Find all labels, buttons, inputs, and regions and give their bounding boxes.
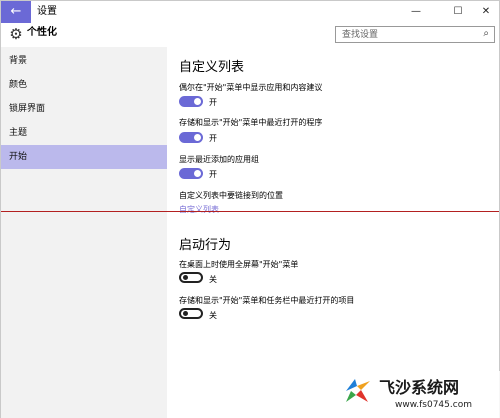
setting-label-recent-items-taskbar: 存储和显示"开始"菜单和任务栏中最近打开的项目 bbox=[179, 296, 355, 305]
sidebar-item-label: 锁屏界面 bbox=[9, 104, 46, 114]
custom-list-heading: 自定义列表 bbox=[179, 60, 245, 75]
sidebar-item-colors[interactable]: 颜色 bbox=[1, 73, 167, 97]
toggle-knob bbox=[194, 98, 201, 105]
gear-icon: ⚙ bbox=[9, 25, 23, 43]
close-button[interactable]: ✕ bbox=[475, 1, 497, 23]
maximize-button[interactable]: ☐ bbox=[447, 1, 469, 23]
toggle-state-label: 开 bbox=[209, 98, 217, 107]
sidebar-item-label: 颜色 bbox=[9, 80, 28, 90]
sidebar: 背景 颜色 锁屏界面 主题 开始 bbox=[1, 47, 167, 418]
startup-behavior-heading: 启动行为 bbox=[179, 238, 232, 253]
search-icon[interactable]: ⌕ bbox=[483, 28, 489, 39]
watermark-logo-icon bbox=[346, 379, 370, 402]
setting-label-recent-programs: 存储和显示"开始"菜单中最近打开的程序 bbox=[179, 118, 323, 127]
toggle-knob bbox=[194, 134, 201, 141]
toggle-state-label: 开 bbox=[209, 134, 217, 143]
window-title: 设置 bbox=[37, 6, 57, 17]
sidebar-item-background[interactable]: 背景 bbox=[1, 49, 167, 73]
watermark-name: 飞沙系统网 bbox=[379, 378, 460, 397]
sidebar-item-themes[interactable]: 主题 bbox=[1, 121, 167, 145]
left-arrow-icon: ← bbox=[10, 4, 22, 19]
toggle-state-label: 关 bbox=[209, 311, 217, 320]
toggle-state-label: 关 bbox=[209, 275, 217, 284]
setting-label-recently-added: 显示最近添加的应用组 bbox=[179, 155, 259, 164]
back-button[interactable]: ← bbox=[1, 1, 31, 23]
search-input[interactable] bbox=[342, 27, 472, 42]
choose-folders-label: 自定义列表中要链接到的位置 bbox=[179, 191, 283, 200]
choose-folders-link[interactable]: 自定义列表 bbox=[179, 204, 219, 215]
watermark-url: www.fs0745.com bbox=[395, 400, 472, 410]
annotation-line bbox=[1, 211, 499, 212]
search-box[interactable]: ⌕ bbox=[335, 26, 495, 43]
setting-label-show-suggestions: 偶尔在"开始"菜单中显示应用和内容建议 bbox=[179, 83, 323, 92]
setting-label-fullscreen-start: 在桌面上时使用全屏幕"开始"菜单 bbox=[179, 260, 299, 269]
sidebar-item-label: 背景 bbox=[9, 56, 28, 66]
toggle-knob bbox=[194, 170, 201, 177]
main-content: 自定义列表 偶尔在"开始"菜单中显示应用和内容建议 开 存储和显示"开始"菜单中… bbox=[167, 47, 499, 418]
toggle-knob bbox=[183, 275, 188, 280]
sidebar-item-start[interactable]: 开始 bbox=[1, 145, 167, 169]
toggle-fullscreen-start[interactable] bbox=[179, 272, 203, 283]
minimize-button[interactable]: — bbox=[405, 1, 427, 23]
title-bar: ← 设置 — ☐ ✕ bbox=[1, 1, 499, 23]
page-title: 个性化 bbox=[27, 27, 57, 38]
toggle-state-label: 开 bbox=[209, 170, 217, 179]
toggle-knob bbox=[183, 311, 188, 316]
sidebar-item-lock-screen[interactable]: 锁屏界面 bbox=[1, 97, 167, 121]
toggle-show-suggestions[interactable] bbox=[179, 96, 203, 107]
settings-window: ← 设置 — ☐ ✕ ⚙ 个性化 ⌕ 背景 颜色 锁屏界面 主题 开始 自定义列… bbox=[0, 0, 500, 418]
watermark: 飞沙系统网 www.fs0745.com bbox=[339, 371, 500, 418]
toggle-recent-items-taskbar[interactable] bbox=[179, 308, 203, 319]
toggle-recent-programs[interactable] bbox=[179, 132, 203, 143]
sidebar-item-label: 主题 bbox=[9, 128, 28, 138]
sidebar-item-label: 开始 bbox=[9, 152, 28, 162]
page-header: ⚙ 个性化 ⌕ bbox=[1, 23, 499, 47]
toggle-recently-added[interactable] bbox=[179, 168, 203, 179]
